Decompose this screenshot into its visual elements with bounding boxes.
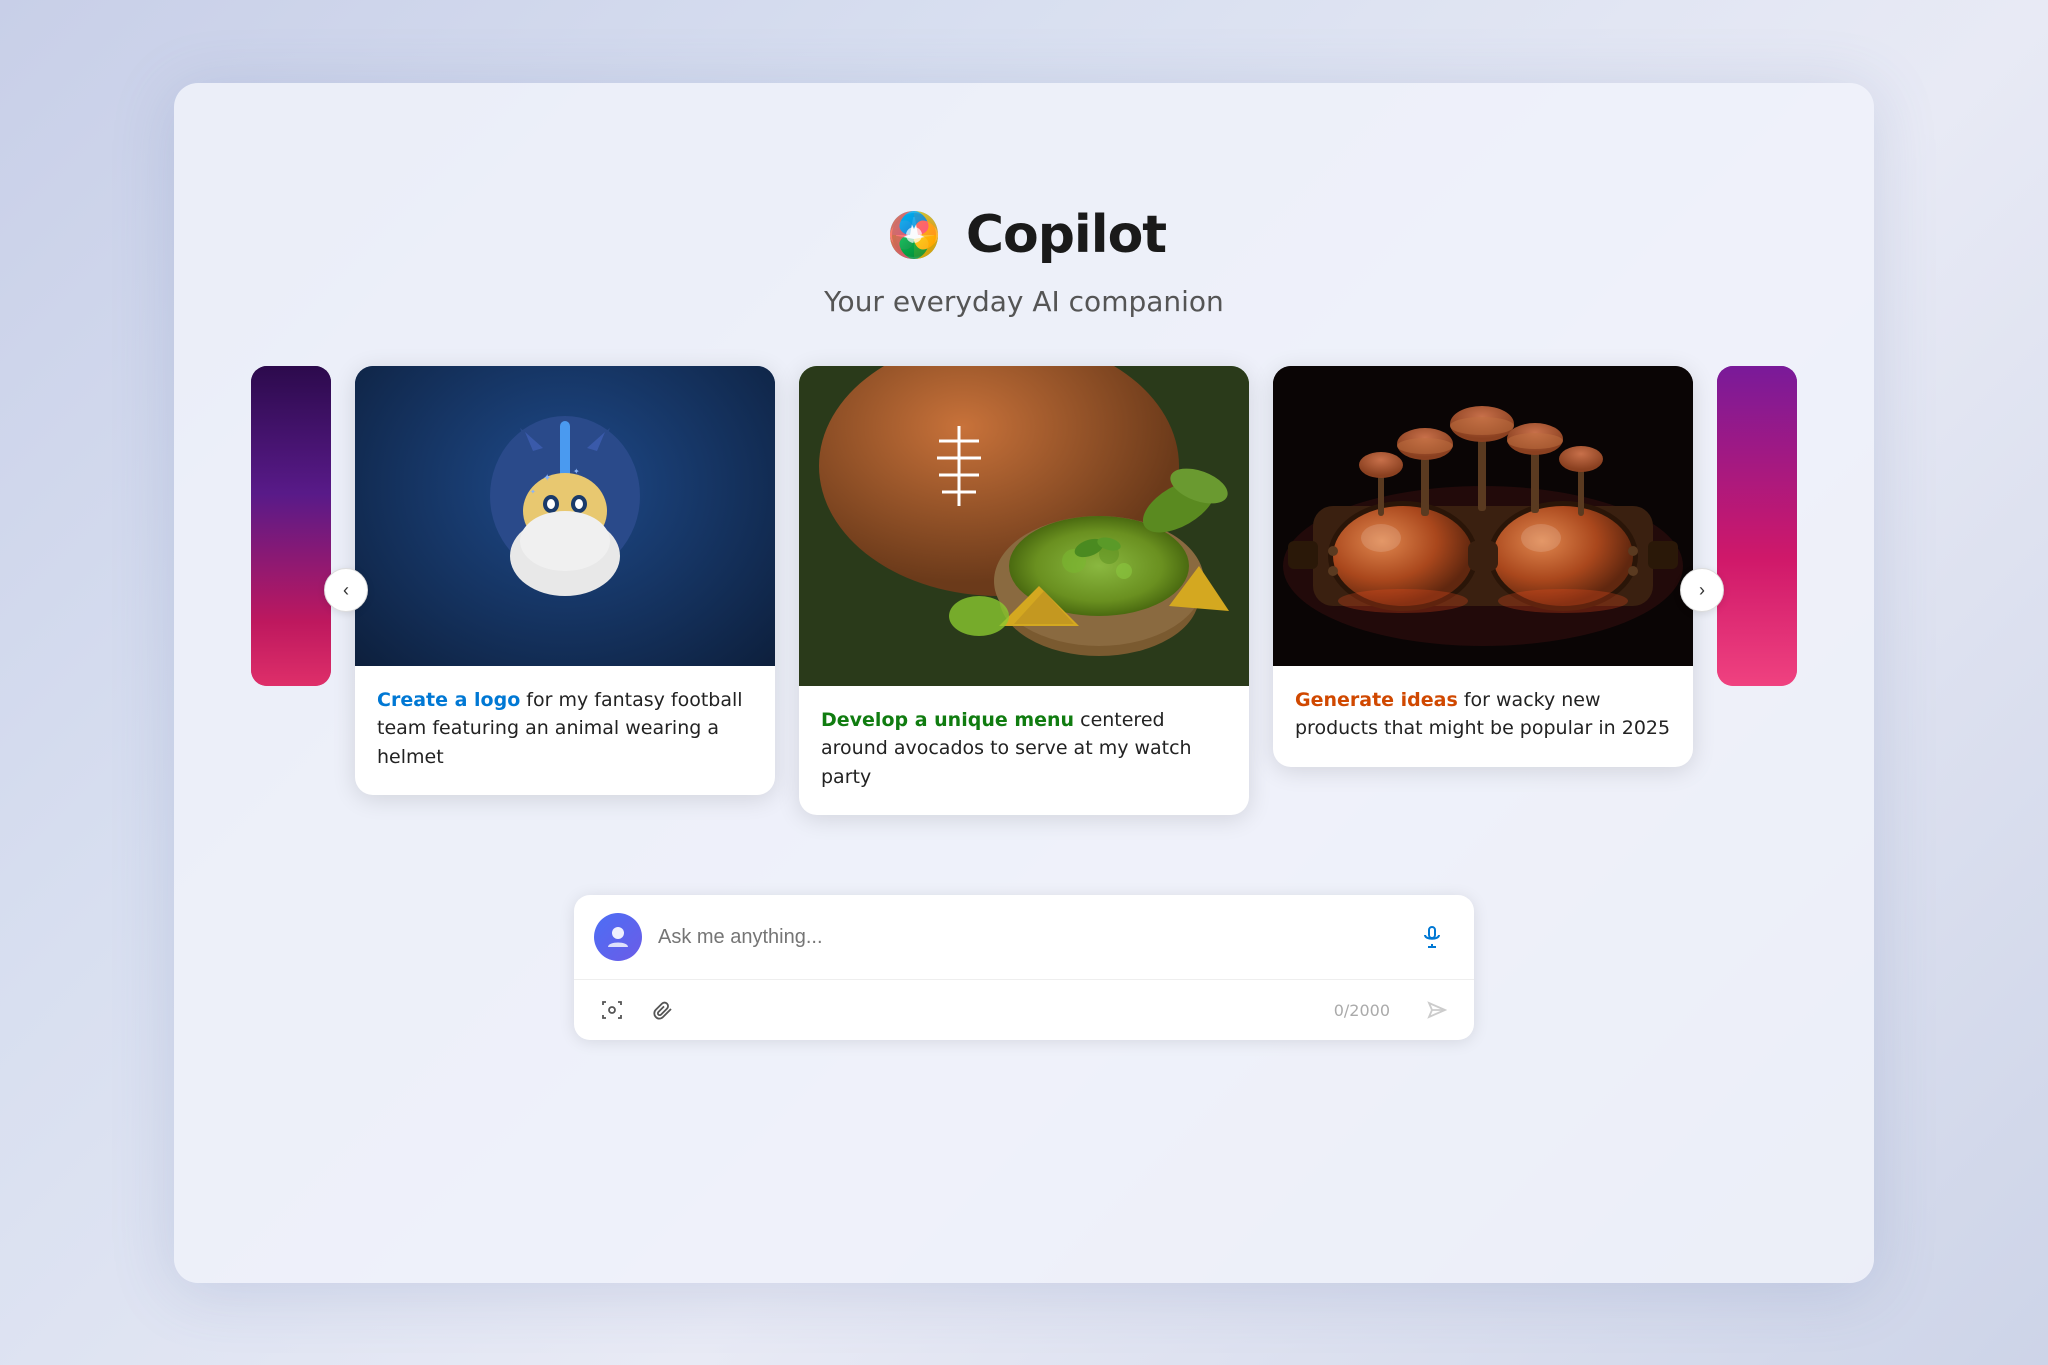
carousel: ‹ (174, 366, 1874, 816)
logo-row: Copilot (882, 203, 1166, 267)
svg-text:✦: ✦ (543, 473, 551, 484)
carousel-next-button[interactable]: › (1680, 568, 1724, 612)
carousel-prev-button[interactable]: ‹ (324, 568, 368, 612)
svg-text:✦: ✦ (573, 467, 580, 476)
card-avocado[interactable]: Develop a unique menu centered around av… (799, 366, 1249, 816)
attach-button[interactable] (646, 992, 682, 1028)
app-title: Copilot (966, 205, 1166, 265)
app-tagline: Your everyday AI companion (824, 285, 1224, 318)
chat-area: 0/2000 (574, 895, 1474, 1040)
card-football[interactable]: ✦ ✦ ✦ Create a logo for my fantasy footb… (355, 366, 775, 796)
avocado-svg (799, 366, 1249, 686)
cards-container: ✦ ✦ ✦ Create a logo for my fantasy footb… (251, 366, 1797, 816)
card-products-image (1273, 366, 1693, 666)
chat-input-row (574, 895, 1474, 980)
copilot-logo-icon (882, 203, 946, 267)
card-products[interactable]: Generate ideas for wacky new products th… (1273, 366, 1693, 767)
mic-button[interactable] (1410, 915, 1454, 959)
send-button[interactable] (1418, 992, 1454, 1028)
chat-avatar (594, 913, 642, 961)
chat-toolbar: 0/2000 (574, 980, 1474, 1040)
card-football-highlight: Create a logo (377, 689, 520, 711)
card-avocado-text: Develop a unique menu centered around av… (799, 686, 1249, 816)
card-partial-left (251, 366, 331, 686)
image-scan-button[interactable] (594, 992, 630, 1028)
card-football-text: Create a logo for my fantasy football te… (355, 666, 775, 796)
card-partial-right (1717, 366, 1797, 686)
header: Copilot Your everyday AI companion (824, 203, 1224, 318)
goggles-svg (1273, 366, 1693, 666)
main-window: Copilot Your everyday AI companion ‹ (174, 83, 1874, 1283)
card-avocado-image (799, 366, 1249, 686)
chat-input[interactable] (658, 926, 1394, 949)
card-football-image: ✦ ✦ ✦ (355, 366, 775, 666)
card-products-text: Generate ideas for wacky new products th… (1273, 666, 1693, 767)
svg-text:✦: ✦ (530, 488, 536, 496)
mascot-svg: ✦ ✦ ✦ (455, 386, 675, 646)
card-products-highlight: Generate ideas (1295, 689, 1458, 711)
card-avocado-highlight: Develop a unique menu (821, 709, 1074, 731)
char-count: 0/2000 (1334, 1001, 1390, 1020)
